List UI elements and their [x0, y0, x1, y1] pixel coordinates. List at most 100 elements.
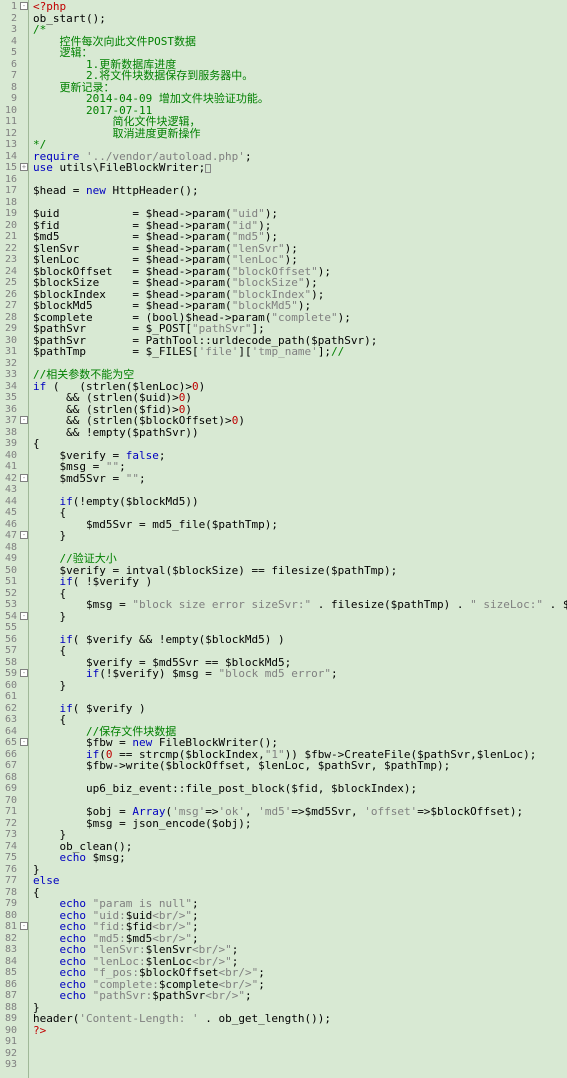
- line-gutter: 1234567891011121314151617181920212223242…: [0, 0, 20, 1078]
- line-number: 46: [1, 519, 17, 531]
- fold-toggle-icon[interactable]: +: [20, 163, 28, 171]
- line-number: 11: [1, 116, 17, 128]
- code-line[interactable]: if( $verify ): [33, 703, 567, 715]
- line-number: 86: [1, 979, 17, 991]
- line-number: 37: [1, 415, 17, 427]
- fold-toggle-icon[interactable]: -: [20, 922, 28, 930]
- line-number: 23: [1, 254, 17, 266]
- line-number: 92: [1, 1048, 17, 1060]
- code-line[interactable]: $md5Svr = "";: [33, 473, 567, 485]
- token: }: [33, 610, 66, 623]
- token: use: [33, 161, 60, 174]
- line-number: 87: [1, 990, 17, 1002]
- line-number: 38: [1, 427, 17, 439]
- line-number: 50: [1, 565, 17, 577]
- token: " sizeLoc:": [470, 598, 543, 611]
- fold-toggle-icon[interactable]: -: [20, 2, 28, 10]
- line-number: 55: [1, 622, 17, 634]
- code-line[interactable]: $md5Svr = md5_file($pathTmp);: [33, 519, 567, 531]
- fold-toggle-icon[interactable]: -: [20, 612, 28, 620]
- code-line[interactable]: 取消进度更新操作: [33, 128, 567, 140]
- line-number: 78: [1, 887, 17, 899]
- line-number: 74: [1, 841, 17, 853]
- fold-toggle-icon[interactable]: -: [20, 474, 28, 482]
- line-number: 36: [1, 404, 17, 416]
- code-line[interactable]: header('Content-Length: ' . ob_get_lengt…: [33, 1013, 567, 1025]
- token: (!empty($blockMd5)): [73, 495, 199, 508]
- line-number: 41: [1, 461, 17, 473]
- line-number: 60: [1, 680, 17, 692]
- code-line[interactable]: if( !$verify ): [33, 576, 567, 588]
- line-number: 47: [1, 530, 17, 542]
- token: =>$md5Svr,: [291, 805, 364, 818]
- code-line[interactable]: }: [33, 864, 567, 876]
- fold-toggle-icon[interactable]: -: [20, 738, 28, 746]
- code-line[interactable]: echo "pathSvr:$pathSvr<br/>";: [33, 990, 567, 1002]
- line-number: 69: [1, 783, 17, 795]
- token: "complete": [271, 311, 337, 324]
- token: . filesize($pathTmp) .: [311, 598, 470, 611]
- line-number: 21: [1, 231, 17, 243]
- line-number: 20: [1, 220, 17, 232]
- fold-toggle-icon[interactable]: -: [20, 531, 28, 539]
- code-line[interactable]: ob_start();: [33, 13, 567, 25]
- token: ;: [245, 989, 252, 1002]
- code-line[interactable]: if(!empty($blockMd5)): [33, 496, 567, 508]
- line-number: 79: [1, 898, 17, 910]
- code-line[interactable]: <?php: [33, 1, 567, 13]
- line-number: 26: [1, 289, 17, 301]
- line-number: 65: [1, 737, 17, 749]
- code-line[interactable]: ?>: [33, 1025, 567, 1037]
- code-line[interactable]: }: [33, 530, 567, 542]
- code-line[interactable]: if(!$verify) $msg = "block md5 error";: [33, 668, 567, 680]
- fold-toggle-icon[interactable]: -: [20, 669, 28, 677]
- code-line[interactable]: }: [33, 680, 567, 692]
- token: "block size error sizeSvr:": [132, 598, 311, 611]
- token: 'offset': [364, 805, 417, 818]
- line-number: 85: [1, 967, 17, 979]
- line-number: 70: [1, 795, 17, 807]
- code-line[interactable]: echo $msg;: [33, 852, 567, 864]
- token: echo: [60, 851, 93, 864]
- token: echo: [60, 989, 93, 1002]
- code-line[interactable]: use utils\FileBlockWriter;: [33, 162, 567, 174]
- line-number: 49: [1, 553, 17, 565]
- code-line[interactable]: }: [33, 611, 567, 623]
- fold-toggle-icon[interactable]: -: [20, 416, 28, 424]
- line-number: 31: [1, 346, 17, 358]
- token: 0: [192, 380, 199, 393]
- token: ( $verify && !empty($blockMd5) ): [73, 633, 285, 646]
- line-number: 75: [1, 852, 17, 864]
- token: ;: [331, 667, 338, 680]
- token: ;: [258, 978, 265, 991]
- token: HttpHeader();: [112, 184, 198, 197]
- token: ): [238, 414, 245, 427]
- line-number: 10: [1, 105, 17, 117]
- line-number: 29: [1, 323, 17, 335]
- line-number: 48: [1, 542, 17, 554]
- token: ;: [139, 472, 146, 485]
- fold-column: - + - - - - - - -: [20, 0, 29, 1078]
- line-number: 91: [1, 1036, 17, 1048]
- line-number: 6: [1, 59, 17, 71]
- code-line[interactable]: $msg = json_encode($obj);: [33, 818, 567, 830]
- code-line[interactable]: 控件每次向此文件POST数据: [33, 36, 567, 48]
- code-editor: 1234567891011121314151617181920212223242…: [0, 0, 567, 1078]
- token: }: [33, 679, 66, 692]
- token: ];: [318, 345, 331, 358]
- code-line[interactable]: if( $verify && !empty($blockMd5) ): [33, 634, 567, 646]
- token: $fbw->write($blockOffset, $lenLoc, $path…: [33, 759, 450, 772]
- code-area[interactable]: <?phpob_start();/* 控件每次向此文件POST数据 逻辑： 1.…: [29, 0, 567, 1078]
- code-line[interactable]: $pathTmp = $_FILES['file']['tmp_name'];/…: [33, 346, 567, 358]
- token: "block md5 error": [218, 667, 331, 680]
- code-line[interactable]: else: [33, 875, 567, 887]
- token: up6_biz_event::file_post_block($fid, $bl…: [33, 782, 417, 795]
- code-line[interactable]: $fbw->write($blockOffset, $lenLoc, $path…: [33, 760, 567, 772]
- code-line[interactable]: && !empty($pathSvr)): [33, 427, 567, 439]
- code-line[interactable]: $msg = "block size error sizeSvr:" . fil…: [33, 599, 567, 611]
- line-number: 39: [1, 438, 17, 450]
- code-line[interactable]: up6_biz_event::file_post_block($fid, $bl…: [33, 783, 567, 795]
- code-line[interactable]: $head = new HttpHeader();: [33, 185, 567, 197]
- line-number: 67: [1, 760, 17, 772]
- line-number: 82: [1, 933, 17, 945]
